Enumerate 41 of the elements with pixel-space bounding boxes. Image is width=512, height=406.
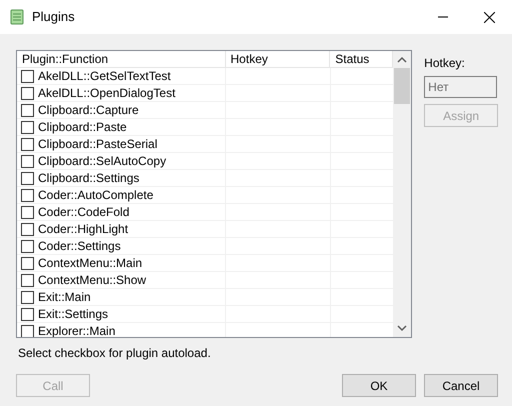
table-cell-text: Coder::CodeFold: [38, 204, 130, 221]
table-cell-text: AkelDLL::GetSelTextTest: [38, 68, 171, 85]
table-cell-text: ContextMenu::Main: [38, 255, 142, 272]
table-cell-text: ContextMenu::Show: [38, 272, 146, 289]
table-cell-text: Exit::Settings: [38, 306, 108, 323]
table-cell-text: Exit::Main: [38, 289, 91, 306]
table-cell-text: Clipboard::Capture: [38, 102, 139, 119]
checkbox[interactable]: [21, 172, 34, 184]
checkbox[interactable]: [21, 188, 34, 202]
checkbox[interactable]: [21, 290, 34, 304]
checkbox[interactable]: [21, 222, 34, 236]
checkbox[interactable]: [21, 206, 34, 218]
checkbox[interactable]: [21, 70, 34, 82]
scroll-thumb[interactable]: [394, 68, 410, 104]
checkbox[interactable]: [21, 154, 34, 168]
checkbox[interactable]: [21, 324, 34, 337]
close-icon: [484, 12, 494, 22]
checkbox[interactable]: [21, 256, 34, 270]
table-cell-text: Coder::AutoComplete: [38, 187, 154, 204]
cancel-button[interactable]: Cancel: [424, 374, 498, 397]
table-cell-text: Clipboard::Paste: [38, 119, 127, 136]
checkbox[interactable]: [21, 240, 34, 252]
window-title: Plugins: [32, 8, 75, 26]
table-cell-text: AkelDLL::OpenDialogTest: [38, 85, 176, 102]
table-cell-text: Clipboard::SelAutoCopy: [38, 153, 166, 170]
checkbox[interactable]: [21, 104, 34, 116]
ok-button[interactable]: OK: [342, 374, 416, 397]
field-label: Hotkey:: [424, 55, 466, 72]
column-header[interactable]: Plugin::Function: [17, 51, 226, 67]
notepad-icon: [10, 9, 24, 25]
table-cell-text: Coder::HighLight: [38, 221, 128, 238]
checkbox[interactable]: [21, 308, 34, 320]
checkbox[interactable]: [21, 274, 34, 286]
checkbox[interactable]: [21, 138, 34, 150]
column-header[interactable]: Hotkey: [226, 51, 330, 67]
status-text: Select checkbox for plugin autoload.: [17, 345, 212, 362]
table-cell-text: Clipboard::PasteSerial: [38, 136, 158, 153]
table-cell-text: Clipboard::Settings: [38, 170, 140, 187]
table-cell-text: Coder::Settings: [38, 238, 121, 255]
checkbox[interactable]: [21, 120, 34, 134]
checkbox[interactable]: [21, 86, 34, 100]
